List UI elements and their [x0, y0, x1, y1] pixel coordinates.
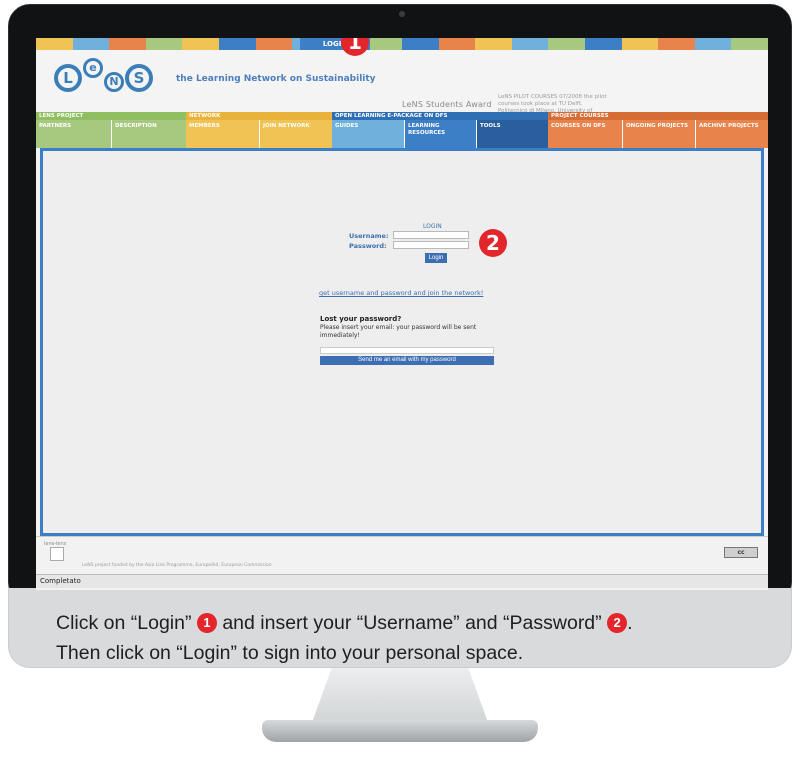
browser-status-bar: Completato — [36, 574, 768, 588]
login-heading: LOGIN — [423, 223, 442, 230]
nav-item-partners[interactable]: PARTNERS — [36, 120, 111, 148]
step-two-inline-marker: 2 — [607, 613, 628, 633]
site-tagline: the Learning Network on Sustainability — [176, 74, 376, 84]
email-input[interactable] — [320, 347, 494, 354]
nav-section-project-courses: PROJECT COURSES — [548, 112, 768, 120]
nav-section-network: NETWORK — [186, 112, 332, 120]
instruction-caption: Click on “Login” 1 and insert your “User… — [56, 608, 756, 668]
lens-logo: L e N S — [54, 58, 153, 92]
logo-letter: L — [54, 64, 82, 92]
nav-item-courses-on-dfs[interactable]: COURSES ON DFS — [548, 120, 622, 148]
browser-screen: LOGIN L e N S the Learning Network on Su… — [36, 38, 768, 590]
top-color-strip — [36, 38, 768, 50]
login-submit-button[interactable]: Login — [425, 253, 447, 263]
step-two-marker: 2 — [479, 229, 507, 257]
nav-item-archive-projects[interactable]: ARCHIVE PROJECTS — [695, 120, 768, 148]
monitor-stand-neck — [310, 668, 490, 728]
nav-item-tools[interactable]: TOOLS — [476, 120, 548, 148]
nav-item-ongoing-projects[interactable]: ONGOING PROJECTS — [622, 120, 695, 148]
username-label: Username: — [349, 232, 389, 240]
eu-seal-icon — [50, 547, 64, 561]
creative-commons-badge[interactable]: cc — [724, 547, 758, 558]
students-award-link[interactable]: LeNS Students Award — [402, 100, 492, 109]
nav-item-members[interactable]: MEMBERS — [186, 120, 259, 148]
logo-letter: N — [104, 72, 124, 92]
monitor-stand-foot — [262, 720, 538, 742]
nav-section-lens-project: LENS PROJECT — [36, 112, 186, 120]
caption-text: . — [627, 612, 633, 634]
caption-text: Click on “Login” — [56, 612, 192, 634]
login-content-panel: LOGIN Username: Password: Login get user… — [40, 148, 764, 536]
camera-icon — [399, 11, 405, 17]
funding-note: LeNS project funded by the Asia Link Pro… — [82, 563, 272, 568]
nav-section-open-learning: OPEN LEARNING E-PACKAGE ON DFS — [332, 112, 548, 120]
send-password-button[interactable]: Send me an email with my password — [320, 356, 494, 365]
lost-password-title: Lost your password? — [320, 315, 402, 323]
password-input[interactable] — [393, 241, 469, 249]
nav-item-description[interactable]: DESCRIPTION — [111, 120, 186, 148]
nav-item-join-network[interactable]: JOIN NETWORK — [259, 120, 332, 148]
monitor-illustration: LOGIN L e N S the Learning Network on Su… — [0, 0, 801, 761]
logo-letter: S — [125, 64, 153, 92]
password-label: Password: — [349, 242, 387, 250]
caption-line-1: Click on “Login” 1 and insert your “User… — [56, 608, 756, 638]
site-footer: lens-lens LeNS project funded by the Asi… — [36, 536, 768, 574]
nav-item-learning-resources[interactable]: LEARNING RESOURCES — [404, 120, 476, 148]
nav-item-guides[interactable]: GUIDES — [332, 120, 404, 148]
step-one-inline-marker: 1 — [196, 613, 217, 633]
caption-text: and insert your “Username” and “Password… — [222, 612, 602, 634]
lost-password-text: Please insert your email: your password … — [320, 324, 477, 339]
username-input[interactable] — [393, 231, 469, 239]
caption-line-2: Then click on “Login” to sign into your … — [56, 642, 524, 664]
site-header: L e N S the Learning Network on Sustaina… — [36, 50, 768, 121]
logo-letter: e — [83, 58, 103, 78]
main-navigation: LENS PROJECT NETWORK OPEN LEARNING E-PAC… — [36, 112, 768, 148]
join-network-link[interactable]: get username and password and join the n… — [319, 289, 483, 297]
